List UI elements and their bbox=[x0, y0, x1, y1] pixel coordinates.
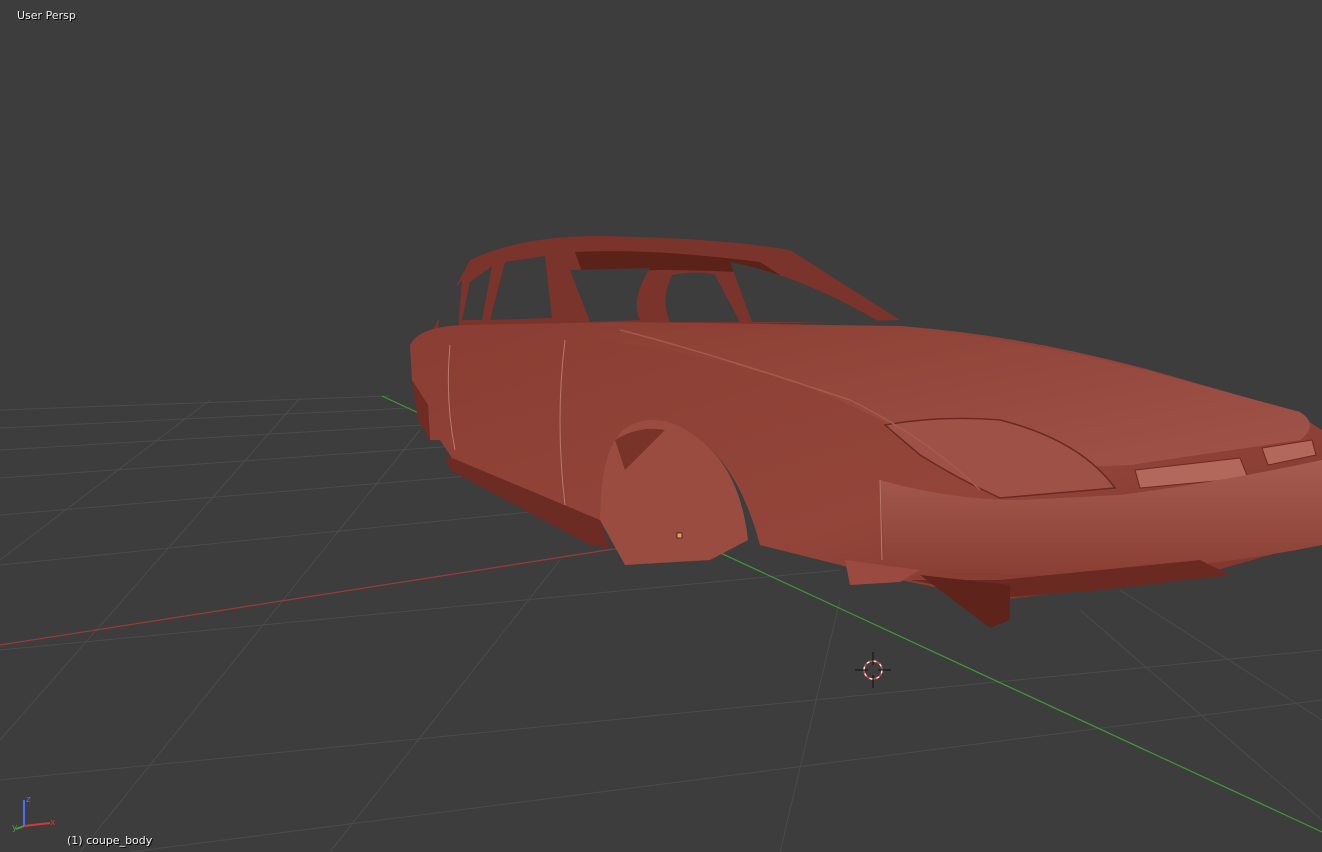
3d-viewport[interactable]: z x y User Persp (1) coupe_body bbox=[0, 0, 1322, 852]
coupe-body-mesh[interactable] bbox=[410, 236, 1322, 628]
x-axis-line bbox=[0, 547, 621, 646]
axis-gizmo: z x y bbox=[12, 795, 56, 833]
active-object-label: (1) coupe_body bbox=[67, 834, 153, 847]
axis-gizmo-y-label: y bbox=[12, 823, 18, 833]
scene-canvas[interactable]: z x y bbox=[0, 0, 1322, 852]
object-origin-point[interactable] bbox=[676, 532, 683, 539]
view-mode-label: User Persp bbox=[17, 9, 76, 22]
axis-gizmo-x-label: x bbox=[50, 818, 56, 828]
axis-gizmo-z-label: z bbox=[26, 795, 31, 805]
3d-cursor-icon[interactable] bbox=[855, 652, 891, 688]
